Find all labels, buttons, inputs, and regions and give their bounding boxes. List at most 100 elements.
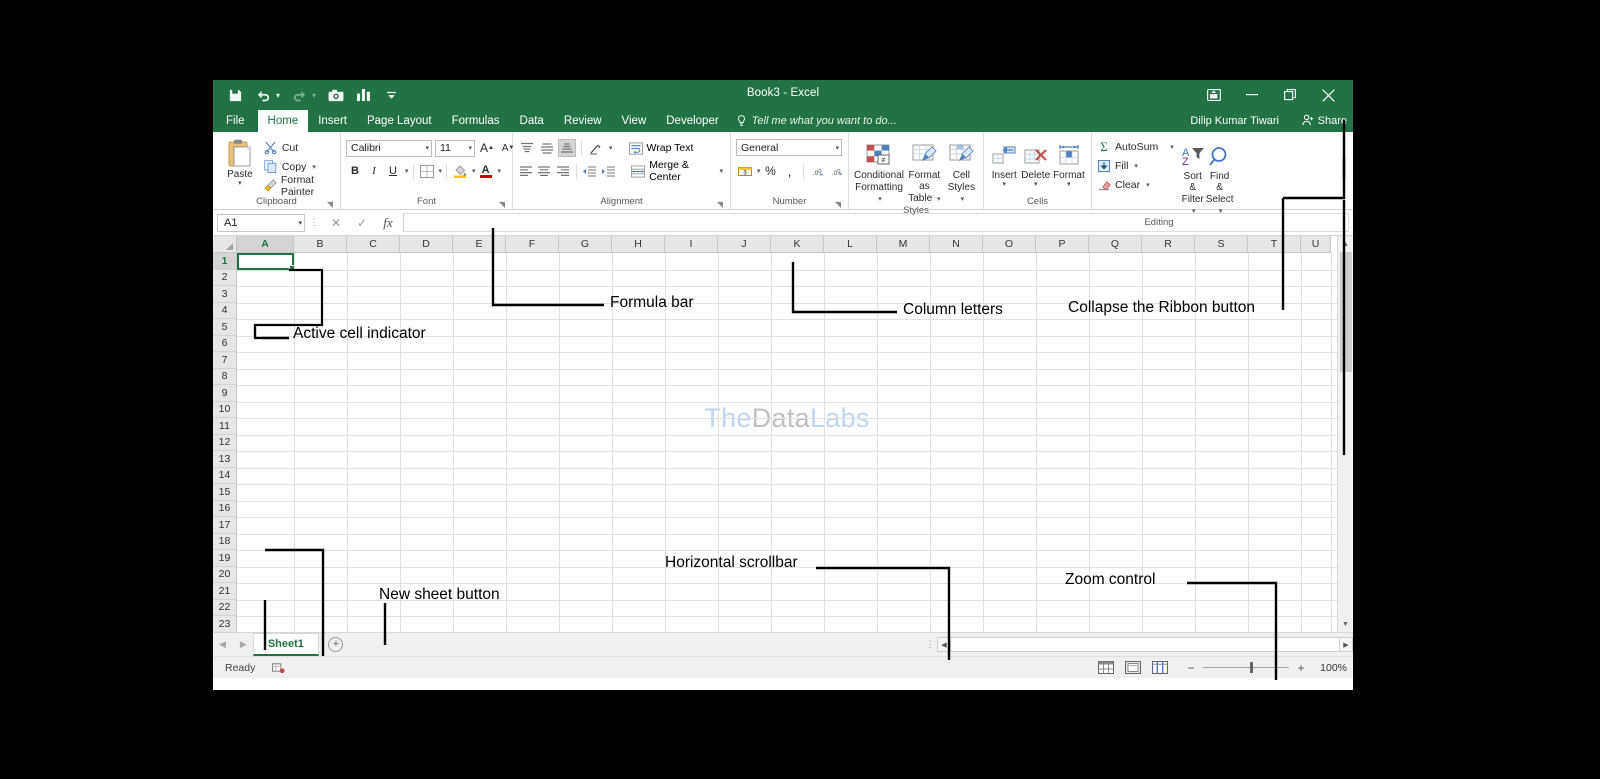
column-header-T[interactable]: T (1248, 236, 1301, 253)
sort-filter-dropdown-icon[interactable]: ▾ (1192, 208, 1196, 215)
conditional-formatting-dropdown-icon[interactable]: ▾ (878, 196, 882, 203)
row-header-5[interactable]: 5 (213, 319, 237, 336)
column-header-H[interactable]: H (612, 236, 665, 253)
row-header-9[interactable]: 9 (213, 385, 237, 402)
name-box[interactable]: A1 ▾ (217, 213, 305, 232)
scroll-up-icon[interactable]: ▲ (1337, 236, 1353, 252)
clipboard-dialog-launcher[interactable]: ◥ (327, 200, 333, 209)
row-header-8[interactable]: 8 (213, 368, 237, 385)
scroll-right-icon[interactable]: ▶ (1339, 637, 1353, 652)
font-size-dropdown-icon[interactable]: ▾ (465, 144, 472, 152)
vertical-scrollbar[interactable]: ▲ ▼ (1337, 236, 1353, 632)
row-header-19[interactable]: 19 (213, 550, 237, 567)
column-header-C[interactable]: C (347, 236, 400, 253)
paste-dropdown-icon[interactable]: ▾ (238, 180, 242, 187)
format-painter-button[interactable]: Format Painter (264, 174, 335, 198)
insert-cells-dropdown-icon[interactable]: ▾ (1003, 181, 1007, 188)
borders-icon[interactable] (418, 162, 436, 180)
row-header-13[interactable]: 13 (213, 451, 237, 468)
tab-formulas[interactable]: Formulas (442, 110, 510, 132)
share-button[interactable]: Share (1302, 110, 1347, 132)
row-header-6[interactable]: 6 (213, 335, 237, 352)
merge-center-dropdown-icon[interactable]: ▾ (719, 167, 723, 175)
font-dialog-launcher[interactable]: ◥ (499, 200, 505, 209)
wrap-text-button[interactable]: Wrap Text (627, 139, 696, 157)
normal-view-icon[interactable] (1097, 660, 1114, 675)
column-header-B[interactable]: B (294, 236, 347, 253)
font-size-combo[interactable]: 11 ▾ (435, 139, 475, 157)
tab-page-layout[interactable]: Page Layout (357, 110, 442, 132)
decrease-decimal-icon[interactable]: .0 0 (827, 162, 845, 180)
grow-font-button[interactable]: A ▲ (478, 139, 496, 157)
column-header-N[interactable]: N (930, 236, 983, 253)
decrease-indent-icon[interactable] (582, 162, 598, 180)
row-header-10[interactable]: 10 (213, 401, 237, 418)
new-sheet-button[interactable]: + (319, 633, 353, 656)
row-header-16[interactable]: 16 (213, 500, 237, 517)
underline-button[interactable]: U (384, 162, 402, 180)
column-header-L[interactable]: L (824, 236, 877, 253)
format-as-table-dropdown-icon[interactable]: ▾ (937, 196, 941, 203)
number-format-dropdown-icon[interactable]: ▾ (832, 144, 839, 152)
row-header-18[interactable]: 18 (213, 533, 237, 550)
column-header-R[interactable]: R (1142, 236, 1195, 253)
vertical-scroll-track[interactable] (1337, 252, 1353, 616)
horizontal-scroll-track[interactable] (951, 637, 1339, 652)
align-bottom-icon[interactable] (558, 139, 576, 157)
row-header-14[interactable]: 14 (213, 467, 237, 484)
font-name-combo[interactable]: Calibri ▾ (346, 139, 432, 157)
cut-button[interactable]: Cut (264, 138, 335, 157)
account-name[interactable]: Dilip Kumar Tiwari (1190, 110, 1279, 132)
font-name-dropdown-icon[interactable]: ▾ (422, 144, 429, 152)
tab-view[interactable]: View (612, 110, 657, 132)
row-header-11[interactable]: 11 (213, 418, 237, 435)
cancel-icon[interactable]: ✕ (323, 213, 349, 233)
delete-cells-dropdown-icon[interactable]: ▾ (1034, 181, 1038, 188)
minimize-icon[interactable] (1233, 80, 1271, 110)
zoom-out-button[interactable]: − (1186, 661, 1196, 675)
fill-button[interactable]: Fill ▾ (1097, 156, 1174, 175)
tab-developer[interactable]: Developer (656, 110, 728, 132)
number-dialog-launcher[interactable]: ◥ (835, 200, 841, 209)
enter-icon[interactable]: ✓ (349, 213, 375, 233)
tab-insert[interactable]: Insert (308, 110, 357, 132)
row-header-12[interactable]: 12 (213, 434, 237, 451)
autosum-dropdown-icon[interactable]: ▾ (1170, 143, 1174, 151)
font-color-dropdown-icon[interactable]: ▾ (498, 167, 502, 175)
format-cells-button[interactable]: Format ▾ (1052, 136, 1086, 188)
sheet-tab-sheet1[interactable]: Sheet1 (252, 633, 319, 656)
column-header-J[interactable]: J (718, 236, 771, 253)
find-select-button[interactable]: Find & Select ▾ (1206, 137, 1234, 217)
row-header-1[interactable]: 1 (213, 253, 237, 270)
scroll-left-icon[interactable]: ◀ (937, 637, 951, 652)
row-header-7[interactable]: 7 (213, 352, 237, 369)
number-format-combo[interactable]: General ▾ (736, 139, 842, 156)
font-color-icon[interactable]: A (477, 162, 495, 180)
orientation-dropdown-icon[interactable]: ▾ (609, 144, 613, 152)
row-header-20[interactable]: 20 (213, 566, 237, 583)
next-sheet-icon[interactable]: ▶ (240, 639, 247, 650)
column-header-E[interactable]: E (453, 236, 506, 253)
zoom-slider-thumb[interactable] (1250, 662, 1253, 673)
delete-cells-button[interactable]: Delete ▾ (1020, 136, 1052, 188)
cell-styles-dropdown-icon[interactable]: ▾ (961, 196, 965, 203)
row-header-23[interactable]: 23 (213, 616, 237, 633)
column-header-M[interactable]: M (877, 236, 930, 253)
tab-review[interactable]: Review (554, 110, 612, 132)
row-header-15[interactable]: 15 (213, 484, 237, 501)
zoom-slider-track[interactable] (1203, 662, 1289, 673)
alignment-dialog-launcher[interactable]: ◥ (717, 200, 723, 209)
increase-indent-icon[interactable] (600, 162, 616, 180)
clear-button[interactable]: Clear ▾ (1097, 175, 1174, 194)
column-header-K[interactable]: K (771, 236, 824, 253)
active-cell-a1[interactable] (237, 253, 296, 272)
cell-styles-button[interactable]: Cell Styles ▾ (945, 136, 978, 205)
find-select-dropdown-icon[interactable]: ▾ (1219, 208, 1223, 215)
column-header-U[interactable]: U (1301, 236, 1331, 253)
column-header-A[interactable]: A (237, 236, 294, 253)
clear-dropdown-icon[interactable]: ▾ (1146, 181, 1150, 189)
record-macro-icon[interactable] (271, 661, 285, 675)
tab-home[interactable]: Home (257, 110, 309, 132)
column-header-G[interactable]: G (559, 236, 612, 253)
page-break-view-icon[interactable] (1151, 660, 1168, 675)
